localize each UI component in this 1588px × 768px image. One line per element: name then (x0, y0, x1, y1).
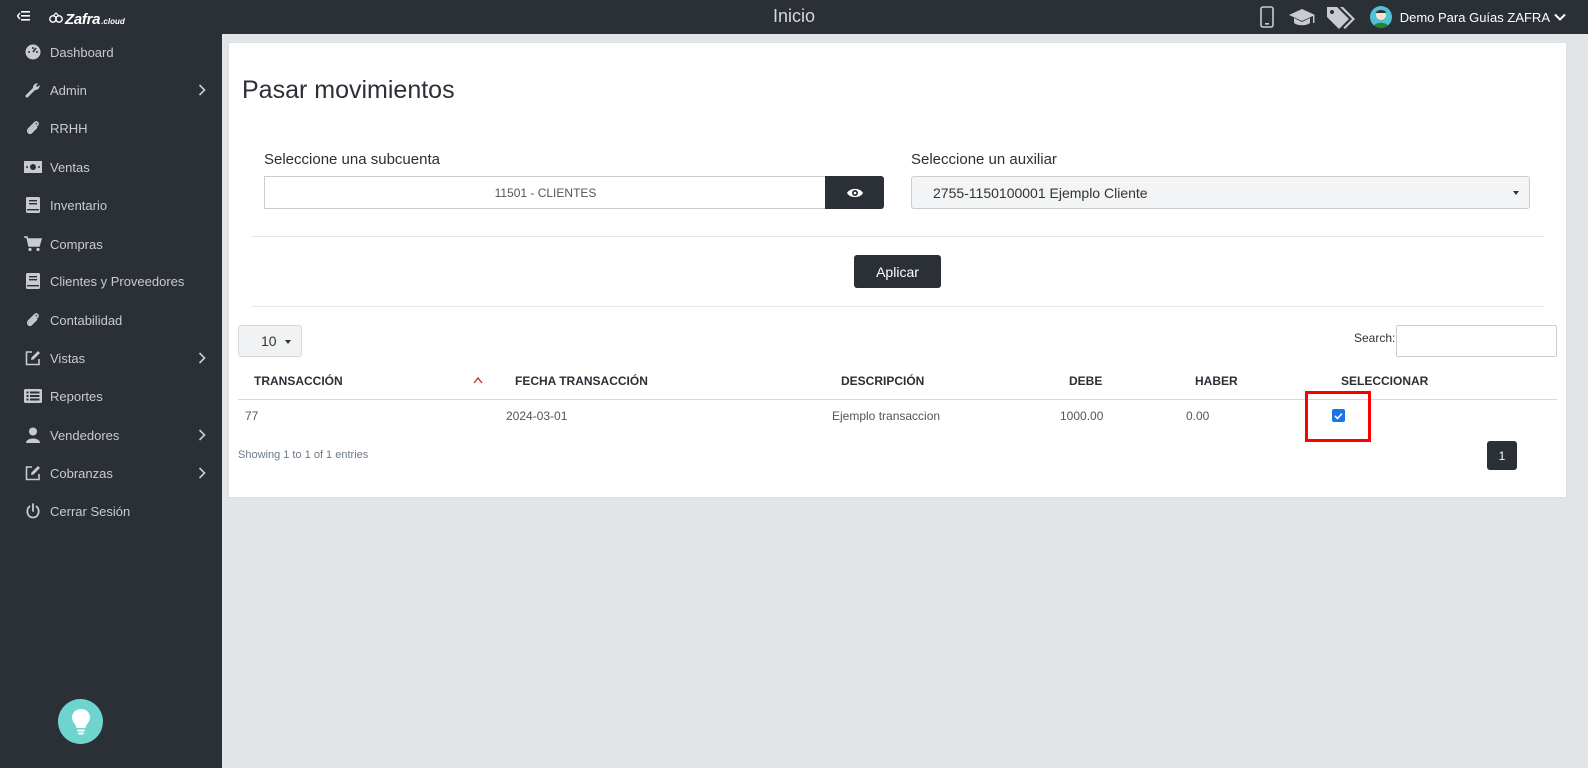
edit-icon (24, 349, 42, 367)
sidebar-item-label: Vendedores (50, 427, 120, 443)
sidebar-item-dashboard[interactable]: Dashboard (0, 38, 222, 66)
sidebar-item-label: Inventario (50, 197, 108, 213)
sidebar: Dashboard Admin RRHH Ventas Inventario C… (0, 34, 222, 768)
main-card: Pasar movimientos Seleccione una subcuen… (228, 42, 1567, 498)
sidebar-item-reportes[interactable]: Reportes (0, 382, 222, 410)
sidebar-item-cerrar-sesion[interactable]: Cerrar Sesión (0, 497, 222, 525)
divider (251, 306, 1544, 307)
mobile-icon[interactable] (1252, 0, 1282, 34)
chevron-down-icon (1554, 13, 1566, 21)
column-header-fecha[interactable]: FECHA TRANSACCIÓN (515, 374, 648, 388)
sidebar-item-vendedores[interactable]: Vendedores (0, 421, 222, 449)
tags-icon[interactable] (1322, 0, 1358, 34)
graduation-cap-icon[interactable] (1282, 0, 1322, 34)
chevron-right-icon (198, 429, 206, 441)
table-info: Showing 1 to 1 of 1 entries (238, 449, 369, 461)
list-icon (24, 387, 42, 405)
view-subcuenta-button[interactable] (825, 176, 884, 209)
auxiliar-label: Seleccione un auxiliar (911, 151, 1057, 168)
wrench-icon (24, 81, 42, 99)
sidebar-item-label: Reportes (50, 388, 103, 404)
dashboard-icon (24, 43, 42, 61)
eye-icon (846, 188, 863, 197)
power-icon (24, 502, 42, 520)
sidebar-item-label: Admin (50, 82, 87, 98)
highlight-box (1305, 391, 1371, 442)
sidebar-item-ventas[interactable]: Ventas (0, 153, 222, 181)
sidebar-item-admin[interactable]: Admin (0, 76, 222, 104)
page-length-value: 10 (261, 333, 277, 349)
chevron-right-icon (198, 467, 206, 479)
user-menu[interactable]: Demo Para Guías ZAFRA (1369, 6, 1566, 28)
paperclip-icon (24, 311, 42, 329)
sidebar-item-label: Cobranzas (50, 465, 113, 481)
sidebar-item-cobranzas[interactable]: Cobranzas (0, 459, 222, 487)
column-header-descripcion[interactable]: DESCRIPCIÓN (841, 374, 924, 388)
cell-descripcion: Ejemplo transaccion (832, 409, 941, 423)
pagination-page-button[interactable]: 1 (1487, 441, 1517, 470)
page-title: Pasar movimientos (242, 76, 455, 104)
auxiliar-select[interactable]: 2755-1150100001 Ejemplo Cliente (911, 176, 1530, 209)
chevron-right-icon (198, 84, 206, 96)
sidebar-item-label: Dashboard (50, 44, 114, 60)
sidebar-toggle-icon[interactable] (16, 9, 31, 23)
column-header-haber[interactable]: HABER (1195, 374, 1238, 388)
divider (251, 236, 1544, 237)
edit-icon (24, 464, 42, 482)
sidebar-item-label: Clientes y Proveedores (50, 273, 185, 289)
column-header-seleccionar[interactable]: SELECCIONAR (1341, 374, 1428, 388)
search-input[interactable] (1396, 325, 1557, 357)
sidebar-item-label: Ventas (50, 159, 90, 175)
user-name: Demo Para Guías ZAFRA (1399, 9, 1550, 25)
cell-debe: 1000.00 (1060, 409, 1104, 423)
subcuenta-field[interactable]: 11501 - CLIENTES (264, 176, 826, 209)
top-right-toolbar: Demo Para Guías ZAFRA (1252, 0, 1588, 34)
lightbulb-icon[interactable] (58, 699, 103, 744)
user-icon (24, 426, 42, 444)
zafra-logo[interactable]: Zafra .cloud (49, 11, 125, 28)
sort-ascending-icon[interactable] (473, 376, 483, 384)
apply-button[interactable]: Aplicar (854, 255, 941, 288)
cart-icon (24, 235, 42, 253)
column-header-transaccion[interactable]: TRANSACCIÓN (254, 374, 343, 388)
sidebar-item-contabilidad[interactable]: Contabilidad (0, 306, 222, 334)
cell-transaccion: 77 (245, 409, 259, 423)
sidebar-item-label: Compras (50, 236, 103, 252)
chevron-right-icon (198, 352, 206, 364)
avatar (1369, 6, 1392, 28)
logo-suffix: .cloud (101, 17, 125, 26)
subcuenta-label: Seleccione una subcuenta (264, 151, 440, 168)
top-bar: Zafra .cloud Inicio Demo Para Guías ZAFR… (0, 0, 1588, 34)
sidebar-item-vistas[interactable]: Vistas (0, 344, 222, 372)
sidebar-item-rrhh[interactable]: RRHH (0, 114, 222, 142)
sidebar-item-label: Contabilidad (50, 312, 123, 328)
sidebar-item-label: Vistas (50, 350, 86, 366)
caret-down-icon (1513, 191, 1519, 195)
caret-down-icon (285, 340, 291, 344)
cell-fecha: 2024-03-01 (506, 409, 568, 423)
logo-mark-icon (49, 12, 63, 23)
book-icon (24, 196, 42, 214)
sidebar-item-label: RRHH (50, 120, 88, 136)
cell-haber: 0.00 (1186, 409, 1210, 423)
auxiliar-selected-value: 2755-1150100001 Ejemplo Cliente (933, 184, 1148, 201)
sidebar-item-label: Cerrar Sesión (50, 503, 131, 519)
logo-name: Zafra (65, 11, 101, 28)
column-header-debe[interactable]: DEBE (1069, 374, 1102, 388)
page-length-select[interactable]: 10 (238, 325, 302, 357)
paperclip-icon (24, 119, 42, 137)
book-icon (24, 272, 42, 290)
sidebar-item-compras[interactable]: Compras (0, 230, 222, 258)
money-icon (24, 158, 42, 176)
search-label: Search: (1354, 331, 1396, 345)
sidebar-item-inventario[interactable]: Inventario (0, 191, 222, 219)
sidebar-item-clientes-proveedores[interactable]: Clientes y Proveedores (0, 267, 222, 295)
